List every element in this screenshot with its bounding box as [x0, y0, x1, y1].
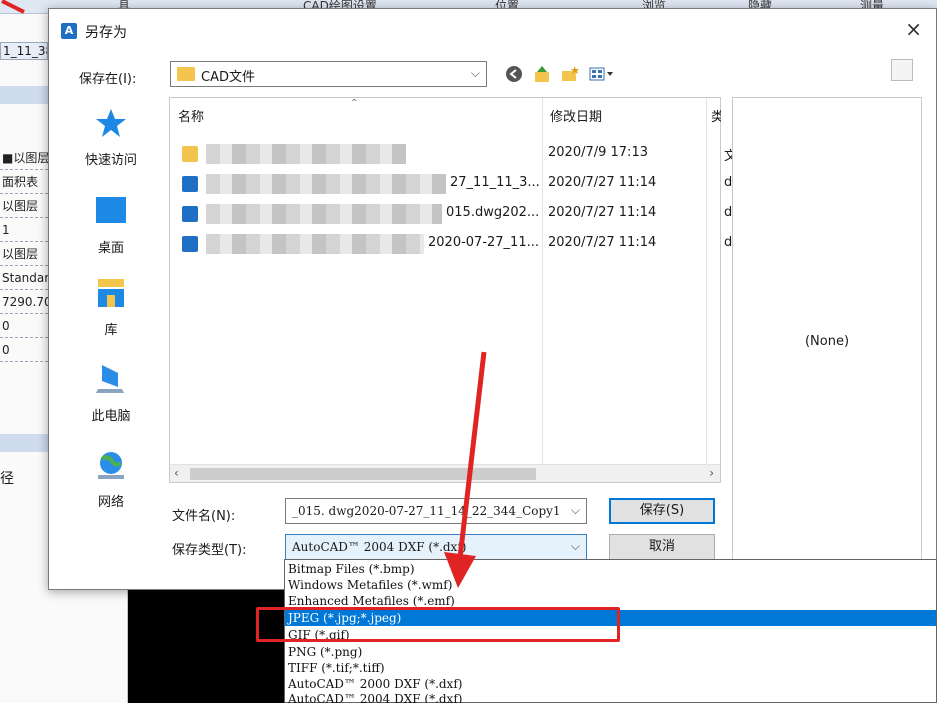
bg-prop-row: 0 — [0, 314, 48, 338]
bg-prop-row: ■以图层 — [0, 146, 48, 170]
bg-section-header — [0, 86, 48, 104]
file-row[interactable]: 015.dwg202... 2020/7/27 11:14 d — [180, 202, 732, 226]
file-name-input[interactable]: _015. dwg2020-07-27_11_14_22_344_Copy1 ⌵ — [285, 498, 587, 524]
red-arrow-icon — [1, 0, 25, 14]
save-button[interactable]: 保存(S) — [609, 498, 715, 524]
desktop-icon — [96, 197, 126, 223]
save-as-dialog: A 另存为 × 保存在(I): CAD文件 ⌵ 快速访问 桌面 库 此电脑 网络… — [48, 8, 937, 590]
cad-file-icon — [182, 206, 198, 222]
file-name-label: 文件名(N): — [172, 509, 236, 524]
file-list[interactable]: 名称 ⌃ 修改日期 类 2020/7/9 17:13 文 27_11_11_3.… — [169, 97, 737, 483]
file-type-option[interactable]: TIFF (*.tif;*.tiff) — [285, 660, 936, 676]
file-date: 2020/7/27 11:14 — [548, 205, 657, 220]
file-name: 015.dwg202... — [446, 205, 540, 220]
file-row[interactable]: 27_11_11_3... 2020/7/27 11:14 d — [180, 172, 732, 196]
save-in-value: CAD文件 — [201, 70, 255, 85]
network-icon — [98, 452, 124, 479]
bg-tab[interactable]: 1_11_38 — [0, 42, 48, 60]
place-label: 网络 — [97, 495, 124, 510]
file-type-value: AutoCAD™ 2004 DXF (*.dxf) — [292, 540, 467, 554]
preview-text: (None) — [804, 334, 850, 349]
highlight-box — [256, 607, 620, 642]
file-date: 2020/7/27 11:14 — [548, 235, 657, 250]
folder-icon — [182, 146, 198, 162]
file-type-label: 保存类型(T): — [172, 543, 247, 558]
chevron-down-icon[interactable]: ⌵ — [571, 503, 580, 518]
bg-prop-row: 7290.702 — [0, 290, 48, 314]
file-row[interactable]: 2020/7/9 17:13 文 — [180, 142, 737, 166]
preview-toggle-icon[interactable] — [891, 59, 913, 81]
blurred-filename — [206, 174, 446, 194]
scrollbar-thumb[interactable] — [190, 468, 536, 480]
file-date: 2020/7/9 17:13 — [548, 145, 648, 160]
place-label: 快速访问 — [84, 153, 137, 168]
library-icon — [98, 279, 124, 307]
file-date: 2020/7/27 11:14 — [548, 175, 657, 190]
file-type-option[interactable]: PNG (*.png) — [285, 644, 936, 660]
save-in-dropdown[interactable]: CAD文件 ⌵ — [170, 61, 487, 87]
file-name-value: _015. dwg2020-07-27_11_14_22_344_Copy1 — [292, 504, 561, 518]
bg-section-header — [0, 434, 48, 452]
horizontal-scrollbar[interactable]: ‹ › — [170, 464, 720, 482]
preview-pane: (None) — [732, 97, 922, 587]
file-type-option[interactable]: Bitmap Files (*.bmp) — [285, 561, 936, 577]
place-label: 库 — [104, 323, 118, 338]
folder-icon — [177, 67, 195, 81]
file-type-option[interactable]: Windows Metafiles (*.wmf) — [285, 577, 936, 593]
file-name: 2020-07-27_11... — [428, 235, 539, 250]
new-folder-icon[interactable] — [561, 65, 579, 83]
star-icon — [96, 109, 126, 137]
cancel-button[interactable]: 取消 — [609, 534, 715, 560]
chevron-down-icon: ⌵ — [470, 66, 480, 80]
place-this-pc[interactable]: 此电脑 — [69, 363, 153, 424]
bg-prop-row: 以图层 — [0, 194, 48, 218]
bg-prop-row: 面积表 — [0, 170, 48, 194]
blurred-filename — [206, 234, 424, 254]
place-quick-access[interactable]: 快速访问 — [69, 107, 153, 168]
bg-prop-row: 0 — [0, 338, 48, 362]
file-type-option[interactable]: AutoCAD™ 2000 DXF (*.dxf) — [285, 676, 936, 692]
file-row[interactable]: 2020-07-27_11... 2020/7/27 11:14 d — [180, 232, 732, 256]
bg-prop-row: 1 — [0, 218, 48, 242]
place-desktop[interactable]: 桌面 — [69, 195, 153, 256]
dialog-title: 另存为 — [85, 25, 127, 41]
scroll-left-icon[interactable]: ‹ — [174, 466, 179, 480]
back-icon[interactable] — [505, 65, 523, 83]
bg-bottom-text: 径 — [0, 471, 14, 487]
blurred-filename — [206, 144, 406, 164]
save-in-label: 保存在(I): — [79, 72, 137, 87]
file-type-option[interactable]: AutoCAD™ 2004 DXF (*.dxf) — [285, 691, 936, 703]
dialog-titlebar[interactable]: A 另存为 × — [49, 9, 936, 53]
place-label: 桌面 — [97, 241, 124, 256]
cad-file-icon — [182, 236, 198, 252]
computer-icon — [96, 365, 124, 393]
scroll-right-icon[interactable]: › — [709, 466, 714, 480]
place-label: 此电脑 — [91, 409, 131, 424]
app-icon: A — [61, 23, 77, 39]
close-button[interactable]: × — [905, 19, 922, 39]
blurred-filename — [206, 204, 442, 224]
view-menu-icon[interactable] — [589, 65, 615, 83]
place-network[interactable]: 网络 — [69, 449, 153, 510]
cad-file-icon — [182, 176, 198, 192]
file-name: 27_11_11_3... — [450, 175, 540, 190]
bg-prop-row: 以图层 — [0, 242, 48, 266]
file-type-dropdown[interactable]: AutoCAD™ 2004 DXF (*.dxf) ⌵ — [285, 534, 587, 560]
column-header-name[interactable]: 名称 — [178, 106, 204, 125]
chevron-down-icon[interactable]: ⌵ — [571, 539, 580, 554]
place-library[interactable]: 库 — [69, 277, 153, 338]
column-header-type[interactable]: 类 — [711, 106, 721, 125]
bg-prop-row: Standard — [0, 266, 48, 290]
sort-up-icon: ⌃ — [350, 98, 359, 109]
column-header-modified[interactable]: 修改日期 — [550, 106, 602, 125]
up-folder-icon[interactable] — [533, 65, 551, 83]
